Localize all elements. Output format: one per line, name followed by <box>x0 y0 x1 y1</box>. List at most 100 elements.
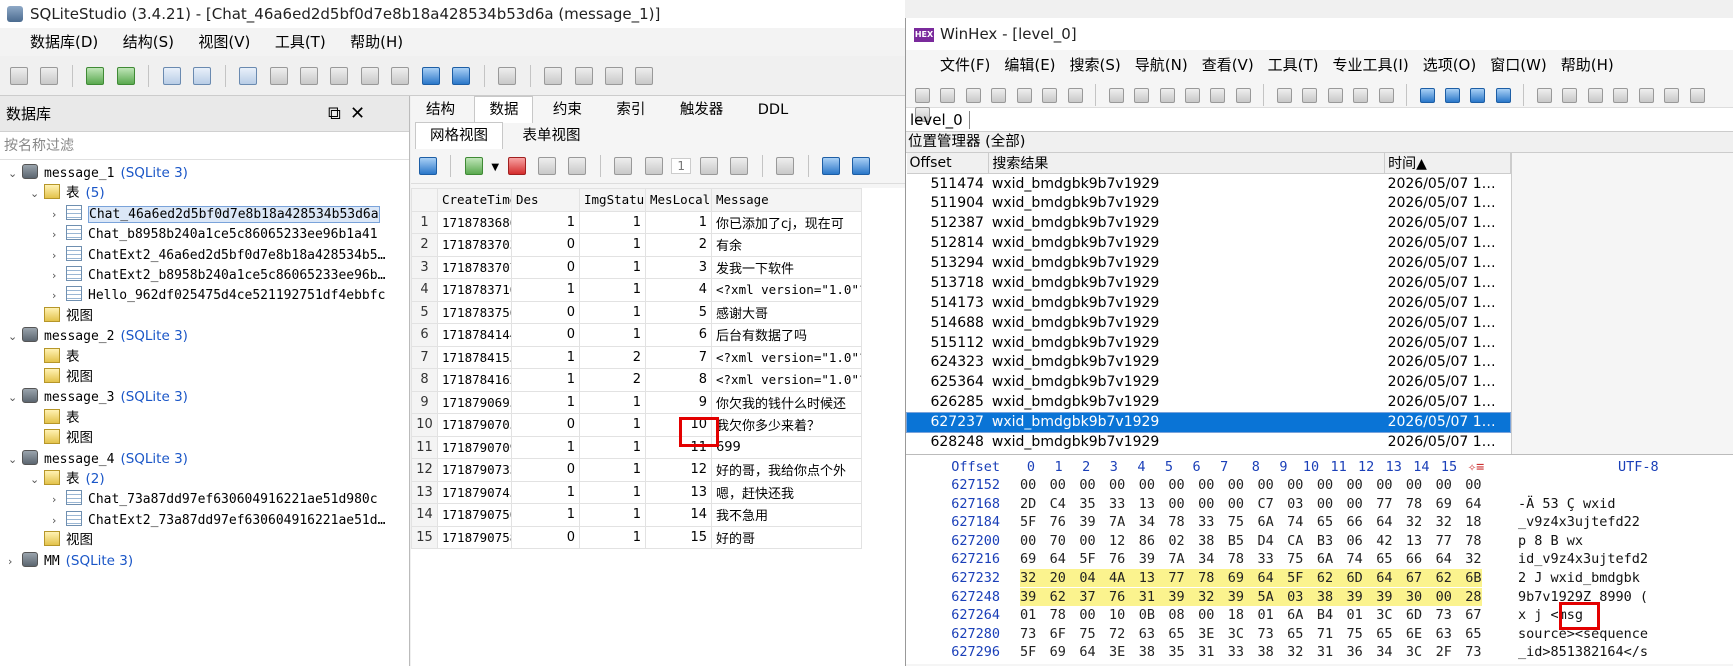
pm-row[interactable]: 511904 wxid_bmdgbk9b7v1929 2026/05/07 1… <box>907 193 1511 213</box>
tab-form-view[interactable]: 表单视图 <box>507 122 595 150</box>
row-number[interactable]: 3 <box>411 255 438 279</box>
grid-cell[interactable]: 1718790758 <box>437 525 512 549</box>
grid-cell[interactable]: 好的哥 <box>711 525 862 549</box>
disk-clone-icon[interactable] <box>1562 87 1578 103</box>
tree-item[interactable]: › Chat_46a6ed2d5bf0d7e8b18a428534b53d6a <box>52 203 380 225</box>
grid-cell[interactable]: 1718790750 <box>437 503 512 527</box>
hex-row-text[interactable]: p 8 B wx <box>1518 532 1583 550</box>
row-number[interactable]: 12 <box>411 458 438 482</box>
paste-icon[interactable] <box>1184 87 1200 103</box>
grid-cell[interactable]: 1 <box>579 300 646 324</box>
undo-icon[interactable] <box>1108 87 1124 103</box>
grid-cell[interactable]: 9 <box>645 390 712 414</box>
hex-row[interactable]: 627152 00 00 00 00 00 00 00 00 00 00 00 0… <box>906 476 1733 494</box>
hex-row[interactable]: 627168 2D C4 35 33 13 00 00 00 C7 03 00 0… <box>906 495 1733 513</box>
tree-item[interactable]: › ChatExt2_73a87dd97ef630604916221ae51d… <box>52 509 385 531</box>
db-filter-input[interactable]: 按名称过滤 <box>0 132 409 160</box>
grid-cell[interactable]: 你已添加了cj，现在可 <box>711 210 862 234</box>
disconnect-db-icon[interactable] <box>40 67 59 85</box>
hex-row[interactable]: 627280 73 6F 75 72 63 65 3E 3C 73 65 71 7… <box>906 625 1733 643</box>
pm-row[interactable]: 511474 wxid_bmdgbk9b7v1929 2026/05/07 1… <box>907 174 1511 194</box>
tree-expand-icon[interactable]: ⌄ <box>8 449 22 471</box>
hex-row-text[interactable]: 2 J wxid_bmdgbk <box>1518 569 1640 587</box>
save-icon[interactable] <box>965 87 981 103</box>
table-row[interactable]: 2 1718783703 0 1 2 有余 <box>411 233 862 257</box>
table-row[interactable]: 9 1718790695 1 1 9 你欠我的钱什么时候还 <box>411 390 862 414</box>
row-number[interactable]: 10 <box>411 413 438 437</box>
pm-column-header[interactable]: 搜索结果 <box>988 153 1386 174</box>
hex-row-bytes[interactable]: 5F 69 64 3E 38 35 31 33 38 32 31 36 34 3… <box>1020 643 1482 661</box>
pm-row[interactable]: 624323 wxid_bmdgbk9b7v1929 2026/05/07 1… <box>907 353 1511 373</box>
cascade-grid-icon[interactable] <box>852 157 871 175</box>
grid-cell[interactable]: 1718790709 <box>437 435 512 459</box>
grid-cell[interactable]: 1 <box>511 368 580 392</box>
grid-cell[interactable]: 1718783707 <box>437 255 512 279</box>
table-row[interactable]: 1 1718783686 1 1 1 你已添加了cj，现在可 <box>411 210 862 234</box>
tree-item[interactable]: 视图 <box>30 427 93 449</box>
table-row[interactable]: 5 1718783756 0 1 5 感谢大哥 <box>411 300 862 324</box>
grid-cell[interactable]: 发我一下软件 <box>711 255 862 279</box>
grid-cell[interactable]: 1718790705 <box>437 413 512 437</box>
grid-cell[interactable]: 1718790695 <box>437 390 512 414</box>
table-row[interactable]: 3 1718783707 0 1 3 发我一下软件 <box>411 255 862 279</box>
grid-cell[interactable]: 4 <box>645 278 712 302</box>
grid-cell[interactable]: 699 <box>711 435 862 459</box>
function-editor-icon[interactable] <box>299 67 318 85</box>
hex-row-bytes[interactable]: 2D C4 35 33 13 00 00 00 C7 03 00 00 77 7… <box>1020 495 1482 513</box>
grid-column-header[interactable]: Message <box>711 188 862 212</box>
open-file-icon[interactable] <box>940 87 956 103</box>
table-row[interactable]: 4 1718783710 1 1 4 <?xml version="1.0"?… <box>411 278 862 302</box>
config-wrench-icon[interactable] <box>498 67 517 85</box>
grid-cell[interactable]: 1718784144 <box>437 323 512 347</box>
grid-cell[interactable]: 感谢大哥 <box>711 300 862 324</box>
rollback-icon[interactable] <box>568 157 587 175</box>
new-file-icon[interactable] <box>915 87 930 103</box>
table-row[interactable]: 13 1718790745 1 1 13 嗯，赶快还我 <box>411 480 862 504</box>
row-number[interactable]: 6 <box>411 323 438 347</box>
grid-cell[interactable]: 有余 <box>711 233 862 257</box>
pm-column-header[interactable]: 时间▲ <box>1384 153 1511 174</box>
first-page-icon[interactable] <box>614 157 633 175</box>
tree-item[interactable]: ⌄ 表 (5) <box>30 182 105 204</box>
hex-row-bytes[interactable]: 32 20 04 4A 13 77 78 69 64 5F 62 6D 64 6… <box>1020 569 1482 587</box>
hex-row-text[interactable]: id_v9z4x3ujtefd2 <box>1518 550 1648 568</box>
table-row[interactable]: 11 1718790709 1 1 11 699 <box>411 435 862 459</box>
next-page-icon[interactable] <box>699 157 718 175</box>
winhex-menu-item[interactable]: 编辑(E) <box>1004 56 1055 74</box>
hex-row-bytes[interactable]: 00 00 00 00 00 00 00 00 00 00 00 00 00 0… <box>1020 476 1482 494</box>
row-number[interactable]: 8 <box>411 368 438 392</box>
pm-row[interactable]: 512387 wxid_bmdgbk9b7v1929 2026/05/07 1… <box>907 213 1511 233</box>
hex-row[interactable]: 627232 32 20 04 4A 13 77 78 69 64 5F 62 6… <box>906 569 1733 587</box>
tree-expand-icon[interactable]: ⌄ <box>30 183 44 205</box>
open-disk-icon[interactable] <box>1016 87 1032 103</box>
grid-cell[interactable]: 7 <box>645 345 712 369</box>
grid-cell[interactable]: 后台有数据了吗 <box>711 323 862 347</box>
grid-cell[interactable]: 1718784162 <box>437 368 512 392</box>
hex-row[interactable]: 627248 39 62 37 76 31 39 32 39 5A 03 38 3… <box>906 587 1733 606</box>
tab-structure[interactable]: 结构 <box>411 96 470 124</box>
grid-cell[interactable]: 1 <box>579 278 646 302</box>
hex-row[interactable]: 627200 00 70 00 12 86 02 38 B5 D4 CA B3 0… <box>906 532 1733 550</box>
hex-row-text[interactable]: _id>851382164</s <box>1518 643 1648 661</box>
winhex-menu-item[interactable]: 文件(F) <box>940 56 990 74</box>
grid-column-header[interactable]: CreateTime <box>437 188 512 212</box>
commit-icon[interactable] <box>537 157 556 175</box>
package-icon[interactable] <box>391 67 410 85</box>
pm-row[interactable]: 514688 wxid_bmdgbk9b7v1929 2026/05/07 1… <box>907 313 1511 333</box>
grid-cell[interactable]: 13 <box>645 480 712 504</box>
connect-db-icon[interactable] <box>10 67 28 85</box>
pm-column-header[interactable]: Offset <box>906 153 990 174</box>
grid-cell[interactable]: 0 <box>511 525 580 549</box>
grid-cell[interactable]: 1 <box>579 435 646 459</box>
grid-cell[interactable]: 2 <box>579 368 646 392</box>
grid-cell[interactable]: 1718790733 <box>437 458 512 482</box>
grid-cell[interactable]: 1718783756 <box>437 300 512 324</box>
row-number[interactable]: 5 <box>411 300 438 324</box>
grid-cell[interactable]: 0 <box>511 413 580 437</box>
tile-windows-icon[interactable] <box>421 67 440 85</box>
grid-cell[interactable]: 1 <box>511 480 580 504</box>
back-arrow-icon[interactable] <box>1470 87 1486 103</box>
grid-cell[interactable]: 1 <box>579 390 646 414</box>
tab-indexes[interactable]: 索引 <box>601 96 660 124</box>
grid-cell[interactable]: 1718790745 <box>437 480 512 504</box>
